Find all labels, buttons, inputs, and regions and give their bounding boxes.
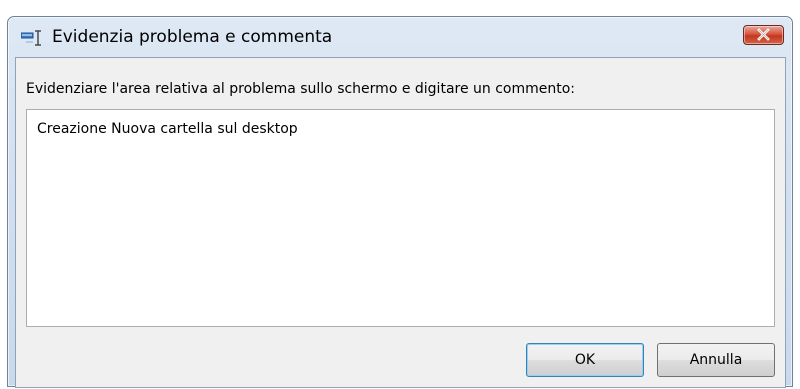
title-bar[interactable]: Evidenzia problema e commenta xyxy=(8,17,792,57)
dialog-window: Evidenzia problema e commenta Evidenziar… xyxy=(7,16,793,388)
comment-field[interactable]: Creazione Nuova cartella sul desktop xyxy=(26,109,775,327)
window-title: Evidenzia problema e commenta xyxy=(52,27,333,47)
ok-button[interactable]: OK xyxy=(526,343,644,377)
prompt-label: Evidenziare l'area relativa al problema … xyxy=(26,81,576,97)
cancel-button[interactable]: Annulla xyxy=(657,343,775,377)
highlight-comment-icon xyxy=(20,28,43,48)
close-icon xyxy=(757,26,770,45)
dialog-body: Evidenziare l'area relativa al problema … xyxy=(15,57,786,388)
close-button[interactable] xyxy=(743,25,784,45)
